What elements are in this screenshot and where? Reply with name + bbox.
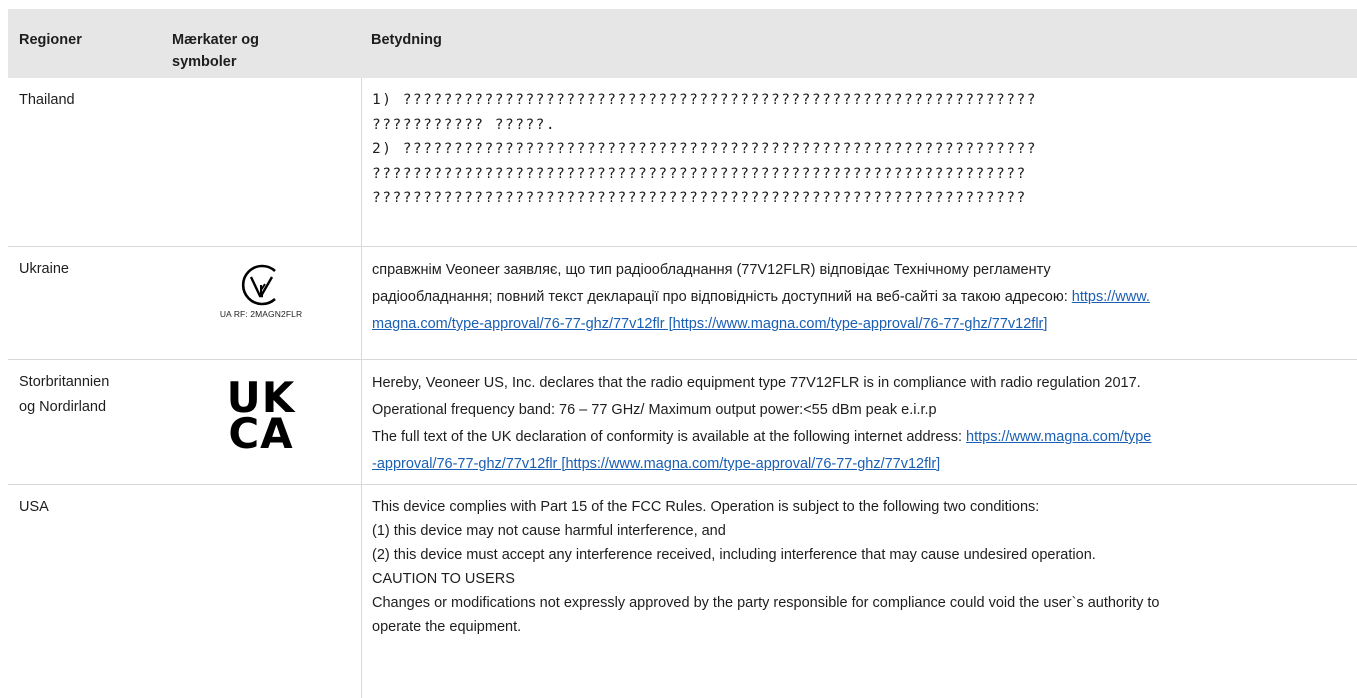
region-name-line-2: og Nordirland bbox=[19, 399, 107, 415]
uk-text-line-2: Operational frequency band: 76 – 77 GHz/… bbox=[372, 402, 937, 418]
uk-declaration-link[interactable]: https://www.magna.com/type bbox=[966, 429, 1151, 445]
thai-text-line-3: 2) ?????????????????????????????????????… bbox=[372, 141, 1037, 157]
header-labels-line2: symboler bbox=[172, 54, 237, 70]
meaning-cell: справжнім Veoneer заявляє, що тип радіоо… bbox=[361, 247, 1357, 359]
meaning-cell: Hereby, Veoneer US, Inc. declares that t… bbox=[361, 360, 1357, 484]
thai-text-line-5: ????????????????????????????????????????… bbox=[372, 190, 1027, 206]
usa-text-line-6: operate the equipment. bbox=[372, 619, 522, 635]
region-cell: Storbritannien og Nordirland bbox=[8, 360, 161, 484]
table-row-usa: USA This device complies with Part 15 of… bbox=[8, 485, 1357, 698]
region-name-line-1: Storbritannien bbox=[19, 374, 110, 390]
usa-text-line-1: This device complies with Part 15 of the… bbox=[372, 499, 1040, 515]
meaning-cell: 1) ?????????????????????????????????????… bbox=[361, 78, 1357, 246]
ukraine-declaration-link-cont[interactable]: magna.com/type-approval/76-77-ghz/77v12f… bbox=[372, 316, 1047, 332]
meaning-cell: This device complies with Part 15 of the… bbox=[361, 485, 1357, 698]
header-regions: Regioner bbox=[19, 32, 82, 48]
region-cell: Ukraine bbox=[8, 247, 161, 359]
table-row-uk: Storbritannien og Nordirland UK CA Hereb… bbox=[8, 360, 1357, 485]
thai-text-line-1: 1) ?????????????????????????????????????… bbox=[372, 92, 1037, 108]
symbol-cell: UA RF: 2MAGN2FLR bbox=[161, 247, 361, 359]
uk-declaration-link-cont[interactable]: -approval/76-77-ghz/77v12flr [https://ww… bbox=[372, 456, 940, 472]
region-name: Ukraine bbox=[19, 261, 69, 277]
header-labels-line1: Mærkater og bbox=[172, 32, 260, 48]
symbol-cell-empty bbox=[161, 78, 361, 246]
header-labels-symbols: Mærkater og symboler bbox=[161, 9, 361, 78]
uk-text-line-3-text: The full text of the UK declaration of c… bbox=[372, 429, 967, 445]
ua-mark-caption: UA RF: 2MAGN2FLR bbox=[219, 309, 303, 319]
region-name: USA bbox=[19, 499, 49, 515]
usa-text-line-4: CAUTION TO USERS bbox=[372, 571, 515, 587]
table-row-thailand: Thailand 1) ????????????????????????????… bbox=[8, 78, 1357, 247]
thai-text-line-4: ????????????????????????????????????????… bbox=[372, 165, 1027, 182]
uk-text-line-1: Hereby, Veoneer US, Inc. declares that t… bbox=[372, 375, 1141, 391]
header-meaning: Betydning bbox=[371, 32, 442, 48]
region-cell: USA bbox=[8, 485, 161, 698]
uk-text-line-4: -approval/76-77-ghz/77v12flr [https://ww… bbox=[372, 451, 1351, 478]
ukca-mark-icon: UK CA bbox=[227, 377, 296, 458]
ukraine-text-line-2-text: радіообладнання; повний текст декларації… bbox=[372, 289, 1072, 305]
region-name: Thailand bbox=[19, 92, 75, 108]
usa-text-line-2: (1) this device may not cause harmful in… bbox=[372, 523, 726, 539]
usa-text-line-5: Changes or modifications not expressly a… bbox=[372, 595, 1160, 611]
symbol-cell: UK CA bbox=[161, 360, 361, 484]
ukraine-conformity-mark-icon bbox=[241, 264, 276, 306]
symbol-cell-empty bbox=[161, 485, 361, 698]
thai-text-line-2: ??????????? ?????. bbox=[372, 116, 557, 133]
ukraine-text-line-1: справжнім Veoneer заявляє, що тип радіоо… bbox=[372, 262, 1051, 278]
usa-text-line-3: (2) this device must accept any interfer… bbox=[372, 547, 1096, 563]
compliance-table: Regioner Mærkater og symboler Betydning … bbox=[8, 9, 1357, 698]
ukca-mark-bottom: CA bbox=[228, 409, 294, 458]
ukraine-declaration-link[interactable]: https://www. bbox=[1072, 289, 1150, 305]
ukraine-text-line-2: радіообладнання; повний текст декларації… bbox=[372, 284, 1351, 311]
uk-text-line-3: The full text of the UK declaration of c… bbox=[372, 424, 1351, 451]
ukraine-text-line-3: magna.com/type-approval/76-77-ghz/77v12f… bbox=[372, 311, 1351, 338]
region-cell: Thailand bbox=[8, 78, 161, 246]
table-row-ukraine: Ukraine UA RF: 2MAGN2FLR справжнім Veone… bbox=[8, 247, 1357, 360]
table-header: Regioner Mærkater og symboler Betydning bbox=[8, 9, 1357, 78]
